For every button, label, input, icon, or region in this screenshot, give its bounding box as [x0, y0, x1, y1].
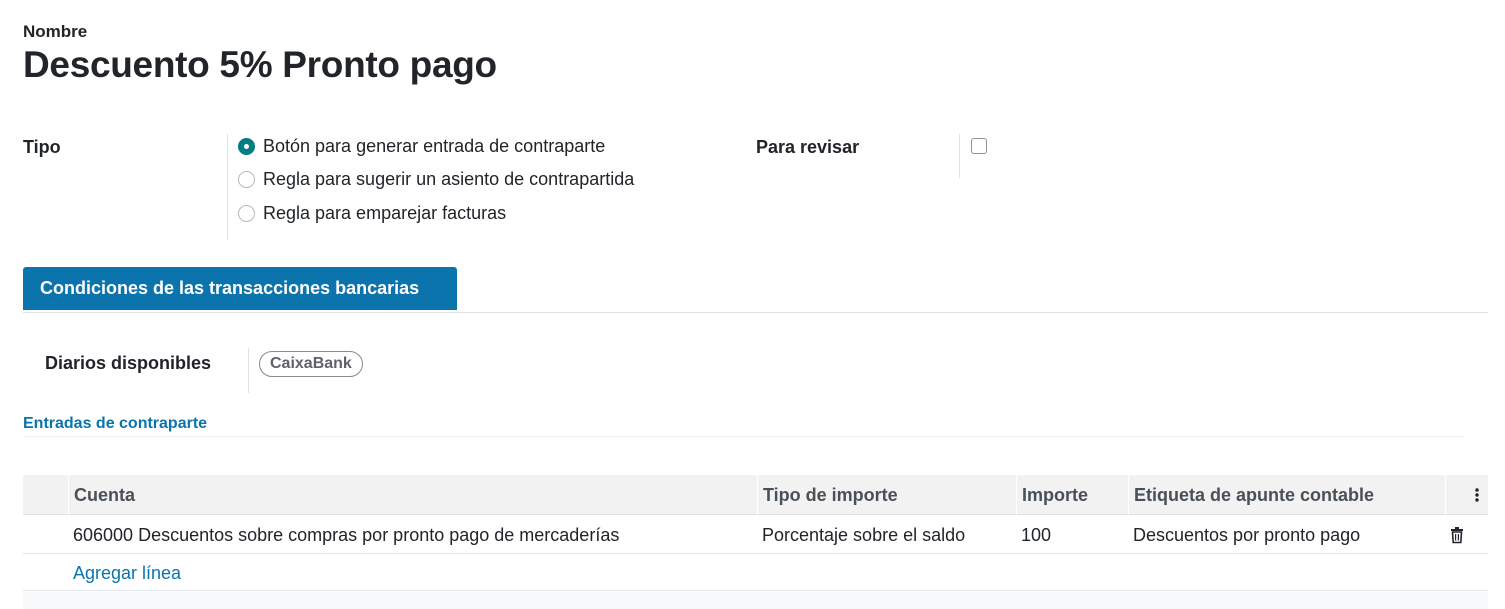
- cell-cuenta[interactable]: 606000 Descuentos sobre compras por pron…: [68, 516, 619, 554]
- column-header-tipo-importe[interactable]: Tipo de importe: [757, 475, 898, 515]
- add-line-row: Agregar línea: [23, 555, 1488, 591]
- record-title[interactable]: Descuento 5% Pronto pago: [23, 44, 497, 86]
- tipo-label: Tipo: [23, 137, 61, 157]
- diarios-label: Diarios disponibles: [45, 353, 212, 373]
- radio-checked-icon[interactable]: [238, 138, 255, 155]
- table-header: Cuenta Tipo de importe Importe Etiqueta …: [23, 475, 1488, 515]
- vertical-dots-icon[interactable]: [1471, 487, 1483, 503]
- table-row[interactable]: 606000 Descuentos sobre compras por pron…: [23, 516, 1488, 554]
- trash-icon[interactable]: [1449, 526, 1465, 544]
- para-revisar-label: Para revisar: [756, 137, 860, 157]
- tab-condiciones[interactable]: Condiciones de las transacciones bancari…: [23, 267, 457, 310]
- tab-divider: [23, 312, 1488, 313]
- para-revisar-separator: [959, 134, 960, 178]
- tipo-option-suggest[interactable]: Regla para sugerir un asiento de contrap…: [238, 169, 634, 190]
- tipo-option-label: Regla para sugerir un asiento de contrap…: [263, 169, 635, 189]
- journal-tag[interactable]: CaixaBank: [259, 351, 363, 377]
- tipo-option-label: Botón para generar entrada de contrapart…: [263, 136, 606, 156]
- tipo-option-label: Regla para emparejar facturas: [263, 203, 507, 223]
- entradas-section-title: Entradas de contraparte: [23, 415, 208, 432]
- diarios-separator: [248, 348, 249, 393]
- radio-unchecked-icon[interactable]: [238, 171, 255, 188]
- cell-tipo-importe[interactable]: Porcentaje sobre el saldo: [757, 516, 965, 554]
- column-header-etiqueta[interactable]: Etiqueta de apunte contable: [1128, 475, 1374, 515]
- column-header-importe[interactable]: Importe: [1016, 475, 1088, 515]
- radio-unchecked-icon[interactable]: [238, 205, 255, 222]
- tipo-separator: [227, 134, 228, 240]
- name-field-label: Nombre: [23, 22, 88, 41]
- tipo-option-match[interactable]: Regla para emparejar facturas: [238, 203, 506, 224]
- column-header-cuenta[interactable]: Cuenta: [68, 475, 135, 515]
- cell-importe[interactable]: 100: [1016, 516, 1051, 554]
- cell-etiqueta[interactable]: Descuentos por pronto pago: [1128, 516, 1360, 554]
- tipo-option-button[interactable]: Botón para generar entrada de contrapart…: [238, 136, 605, 157]
- para-revisar-checkbox[interactable]: [971, 138, 987, 154]
- empty-row: [23, 592, 1488, 609]
- add-line-button[interactable]: Agregar línea: [73, 555, 181, 591]
- section-divider: [23, 436, 1465, 437]
